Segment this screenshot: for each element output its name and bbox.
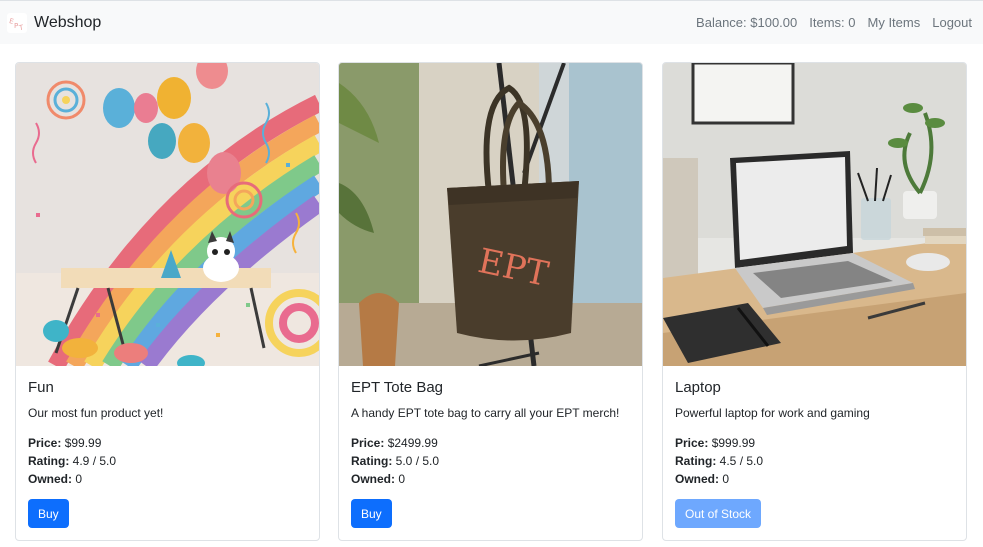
price-value: $99.99	[64, 436, 102, 450]
price-label: Price:	[28, 436, 62, 450]
buy-button[interactable]: Buy	[28, 499, 69, 528]
product-rating: Rating: 4.9 / 5.0	[28, 454, 116, 468]
logo: E P T	[7, 12, 27, 33]
product-card-laptop: Laptop Powerful laptop for work and gami…	[662, 62, 967, 541]
owned-value: 0	[398, 472, 406, 486]
price-value: $2499.99	[387, 436, 438, 450]
product-price: Price: $999.99	[675, 436, 755, 450]
logout-link[interactable]: Logout	[932, 15, 972, 30]
navbar: E P T Webshop Balance: $100.00 Items: 0 …	[0, 0, 983, 44]
product-description: Powerful laptop for work and gaming	[675, 406, 870, 420]
product-description: Our most fun product yet!	[28, 406, 164, 420]
brand[interactable]: E P T Webshop	[7, 12, 101, 33]
rating-value: 4.5 / 5.0	[719, 454, 764, 468]
rating-value: 4.9 / 5.0	[72, 454, 117, 468]
product-description: A handy EPT tote bag to carry all your E…	[351, 406, 620, 420]
product-image-tote-bag: EPT	[339, 63, 642, 366]
owned-label: Owned:	[28, 472, 72, 486]
owned-label: Owned:	[351, 472, 395, 486]
product-price: Price: $99.99	[28, 436, 101, 450]
items-count: Items: 0	[809, 15, 856, 30]
product-title: Laptop	[675, 379, 721, 396]
rating-value: 5.0 / 5.0	[395, 454, 440, 468]
product-card-fun: Fun Our most fun product yet! Price: $99…	[15, 62, 320, 541]
rating-label: Rating:	[351, 454, 393, 468]
product-rating: Rating: 4.5 / 5.0	[675, 454, 763, 468]
out-of-stock-button[interactable]: Out of Stock	[675, 499, 762, 528]
rating-label: Rating:	[675, 454, 717, 468]
owned-value: 0	[75, 472, 83, 486]
brand-name[interactable]: Webshop	[34, 14, 101, 32]
product-owned: Owned: 0	[28, 472, 82, 486]
product-owned: Owned: 0	[351, 472, 405, 486]
product-title: EPT Tote Bag	[351, 379, 444, 396]
balance-display: Balance: $100.00	[696, 15, 798, 30]
svg-text:T: T	[18, 23, 25, 32]
product-owned: Owned: 0	[675, 472, 729, 486]
price-value: $999.99	[711, 436, 756, 450]
price-label: Price:	[675, 436, 709, 450]
product-image-laptop	[663, 63, 966, 366]
svg-text:P: P	[14, 22, 18, 30]
product-rating: Rating: 5.0 / 5.0	[351, 454, 439, 468]
product-image-fun	[16, 63, 319, 366]
product-title: Fun	[28, 379, 54, 396]
nav-right: Balance: $100.00 Items: 0 My Items Logou…	[696, 15, 972, 30]
owned-value: 0	[722, 472, 730, 486]
owned-label: Owned:	[675, 472, 719, 486]
price-label: Price:	[351, 436, 385, 450]
rating-label: Rating:	[28, 454, 70, 468]
product-card-tote-bag: EPT EPT Tote Bag A handy EPT tote bag to…	[338, 62, 643, 541]
product-price: Price: $2499.99	[351, 436, 438, 450]
my-items-link[interactable]: My Items	[868, 15, 921, 30]
buy-button[interactable]: Buy	[351, 499, 392, 528]
